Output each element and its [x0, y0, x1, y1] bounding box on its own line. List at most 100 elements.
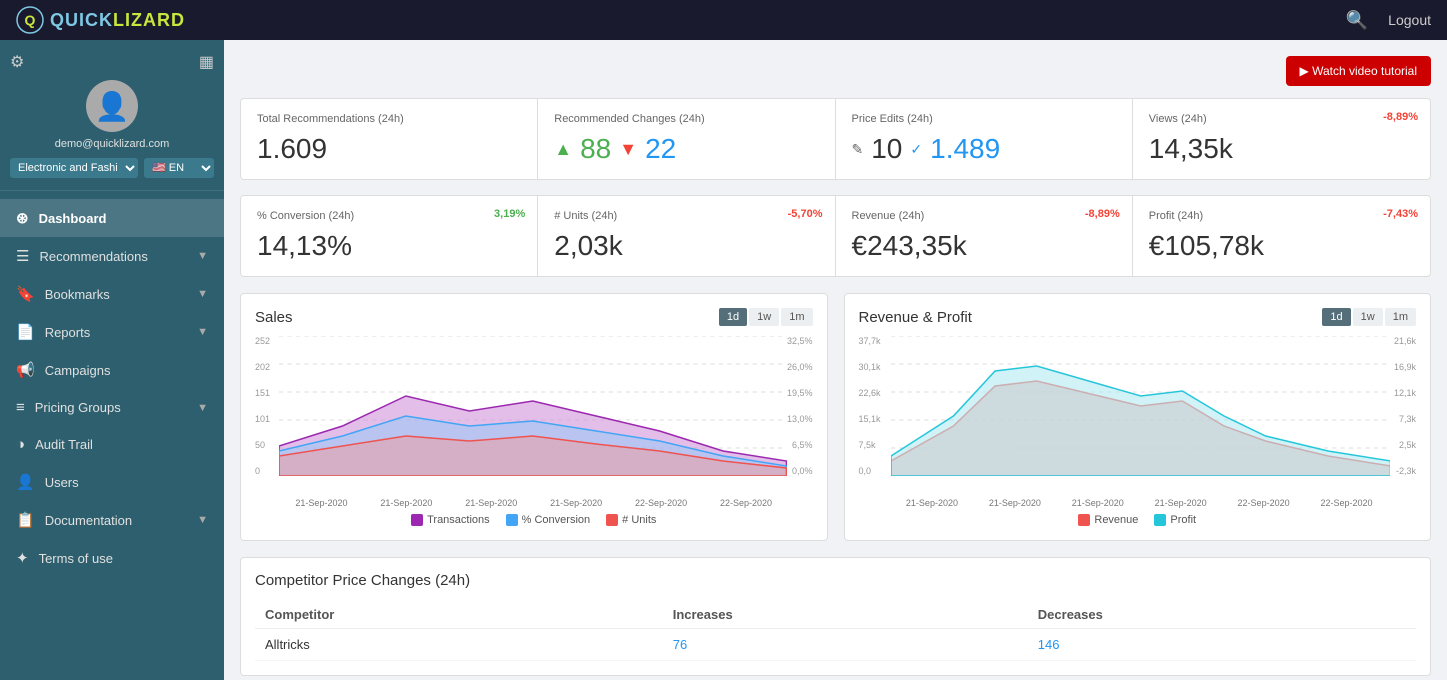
chevron-icon: ▼	[197, 402, 208, 414]
period-buttons: 1d 1w 1m	[1322, 308, 1416, 326]
sidebar-label-terms: Terms of use	[39, 551, 113, 566]
stat-delta: -5,70%	[788, 208, 823, 220]
sidebar-label-dashboard: Dashboard	[39, 211, 107, 226]
period-btn-1m[interactable]: 1m	[1385, 308, 1416, 326]
stat-delta: -8,89%	[1085, 208, 1120, 220]
sidebar-user-area: ⚙ ▦ 👤 demo@quicklizard.com Electronic an…	[0, 40, 224, 191]
stat-value: 2,03k	[554, 230, 818, 262]
category-select[interactable]: Electronic and Fashi	[10, 158, 138, 178]
watch-video-button[interactable]: ▶ Watch video tutorial	[1286, 56, 1432, 86]
sidebar-item-campaigns[interactable]: 📢 Campaigns	[0, 351, 224, 389]
bookmarks-icon: 🔖	[16, 285, 35, 303]
stat-value-up: 88	[580, 133, 611, 165]
period-btn-1w[interactable]: 1w	[1353, 308, 1383, 326]
layout-icon[interactable]: ▦	[199, 52, 214, 72]
documentation-icon: 📋	[16, 511, 35, 529]
sidebar-item-dashboard[interactable]: ⊛ Dashboard	[0, 199, 224, 237]
stat-delta: 3,19%	[494, 208, 525, 220]
chart-header: Revenue & Profit 1d 1w 1m	[859, 308, 1417, 326]
sidebar-item-documentation[interactable]: 📋 Documentation ▼	[0, 501, 224, 539]
user-email: demo@quicklizard.com	[55, 138, 170, 150]
chart-title: Sales	[255, 309, 293, 326]
avatar: 👤	[86, 80, 138, 132]
chart-legend: Revenue Profit	[859, 514, 1417, 526]
recommendations-icon: ☰	[16, 247, 29, 265]
stat-value: 1.609	[257, 133, 521, 165]
period-btn-1d[interactable]: 1d	[719, 308, 747, 326]
legend-profit: Profit	[1154, 514, 1196, 526]
arrow-up-icon: ▲	[554, 139, 572, 160]
stat-value-down: 22	[645, 133, 676, 165]
settings-icon[interactable]: ⚙	[10, 52, 24, 72]
stat-label: Total Recommendations (24h)	[257, 113, 521, 125]
sidebar-item-reports[interactable]: 📄 Reports ▼	[0, 313, 224, 351]
stat-price-edits: Price Edits (24h) ✎ 10 ✓ 1.489	[836, 99, 1133, 179]
sidebar: ⚙ ▦ 👤 demo@quicklizard.com Electronic an…	[0, 40, 224, 680]
chart-header: Sales 1d 1w 1m	[255, 308, 813, 326]
competitor-card: Competitor Price Changes (24h) Competito…	[240, 557, 1431, 676]
sidebar-item-terms[interactable]: ✦ Terms of use	[0, 539, 224, 577]
sidebar-label-documentation: Documentation	[45, 513, 132, 528]
stats-grid-row1: Total Recommendations (24h) 1.609 Recomm…	[240, 98, 1431, 180]
stats-grid-row2: % Conversion (24h) 3,19% 14,13% # Units …	[240, 195, 1431, 277]
stat-value: €105,78k	[1149, 230, 1414, 262]
reports-icon: 📄	[16, 323, 35, 341]
legend-units: # Units	[606, 514, 656, 526]
period-btn-1w[interactable]: 1w	[749, 308, 779, 326]
chart-legend: Transactions % Conversion # Units	[255, 514, 813, 526]
legend-label: Revenue	[1094, 514, 1138, 526]
main-content: ▶ Watch video tutorial Total Recommendat…	[224, 40, 1447, 680]
sidebar-item-bookmarks[interactable]: 🔖 Bookmarks ▼	[0, 275, 224, 313]
sales-svg	[279, 336, 787, 476]
terms-icon: ✦	[16, 549, 29, 567]
logo-text: QUICKLIZARD	[50, 10, 185, 31]
y-axis-left: 252202151101500	[255, 336, 270, 476]
stat-label: # Units (24h)	[554, 210, 818, 222]
lang-select[interactable]: 🇺🇸 EN	[144, 158, 214, 178]
y-axis-right: 32,5%26,0%19,5%13,0%6,5%0,0%	[787, 336, 813, 476]
legend-color	[1078, 514, 1090, 526]
sidebar-item-audit-trail[interactable]: ◑ Audit Trail	[0, 426, 224, 463]
charts-row: Sales 1d 1w 1m 252202151101500	[240, 293, 1431, 541]
search-icon[interactable]: 🔍	[1346, 10, 1368, 31]
chevron-icon: ▼	[197, 250, 208, 262]
logout-link[interactable]: Logout	[1388, 12, 1431, 28]
stat-inline: ▲ 88 ▼ 22	[554, 133, 818, 165]
stat-value: €243,35k	[852, 230, 1116, 262]
col-decreases: Decreases	[1028, 601, 1416, 629]
sidebar-item-users[interactable]: 👤 Users	[0, 463, 224, 501]
sidebar-nav: ⊛ Dashboard ☰ Recommendations ▼ 🔖 Bookma…	[0, 191, 224, 680]
top-nav-right: 🔍 Logout	[1346, 10, 1431, 31]
stat-revenue: Revenue (24h) -8,89% €243,35k	[836, 196, 1133, 276]
stat-delta: -8,89%	[1383, 111, 1418, 123]
sidebar-item-pricing-groups[interactable]: ≡ Pricing Groups ▼	[0, 389, 224, 426]
stat-label: Price Edits (24h)	[852, 113, 1116, 125]
stat-conversion: % Conversion (24h) 3,19% 14,13%	[241, 196, 538, 276]
sidebar-label-reports: Reports	[45, 325, 91, 340]
chart-area: 252202151101500	[255, 336, 813, 496]
cell-increases[interactable]: 76	[663, 629, 1028, 661]
stat-delta: -7,43%	[1383, 208, 1418, 220]
chart-area: 37,7k30,1k22,6k15,1k7,5k0,0	[859, 336, 1417, 496]
x-axis-labels: 21-Sep-202021-Sep-202021-Sep-202021-Sep-…	[279, 498, 813, 508]
x-axis-labels: 21-Sep-202021-Sep-202021-Sep-202021-Sep-…	[891, 498, 1417, 508]
cell-competitor: Alltricks	[255, 629, 663, 661]
period-btn-1d[interactable]: 1d	[1322, 308, 1350, 326]
arrow-down-icon: ▼	[619, 139, 637, 160]
legend-label: % Conversion	[522, 514, 590, 526]
y-axis-right: 21,6k16,9k12,1k7,3k2,5k-2,3k	[1394, 336, 1416, 476]
legend-color	[606, 514, 618, 526]
sidebar-item-recommendations[interactable]: ☰ Recommendations ▼	[0, 237, 224, 275]
cell-decreases[interactable]: 146	[1028, 629, 1416, 661]
period-btn-1m[interactable]: 1m	[781, 308, 812, 326]
app-body: ⚙ ▦ 👤 demo@quicklizard.com Electronic an…	[0, 40, 1447, 680]
sidebar-label-campaigns: Campaigns	[45, 363, 111, 378]
stat-inline: ✎ 10 ✓ 1.489	[852, 133, 1116, 165]
legend-label: Transactions	[427, 514, 490, 526]
stat-total-recommendations: Total Recommendations (24h) 1.609	[241, 99, 538, 179]
dashboard-icon: ⊛	[16, 209, 29, 227]
legend-conversion: % Conversion	[506, 514, 590, 526]
sidebar-top-icons: ⚙ ▦	[10, 52, 214, 72]
chevron-icon: ▼	[197, 514, 208, 526]
sidebar-label-users: Users	[45, 475, 79, 490]
